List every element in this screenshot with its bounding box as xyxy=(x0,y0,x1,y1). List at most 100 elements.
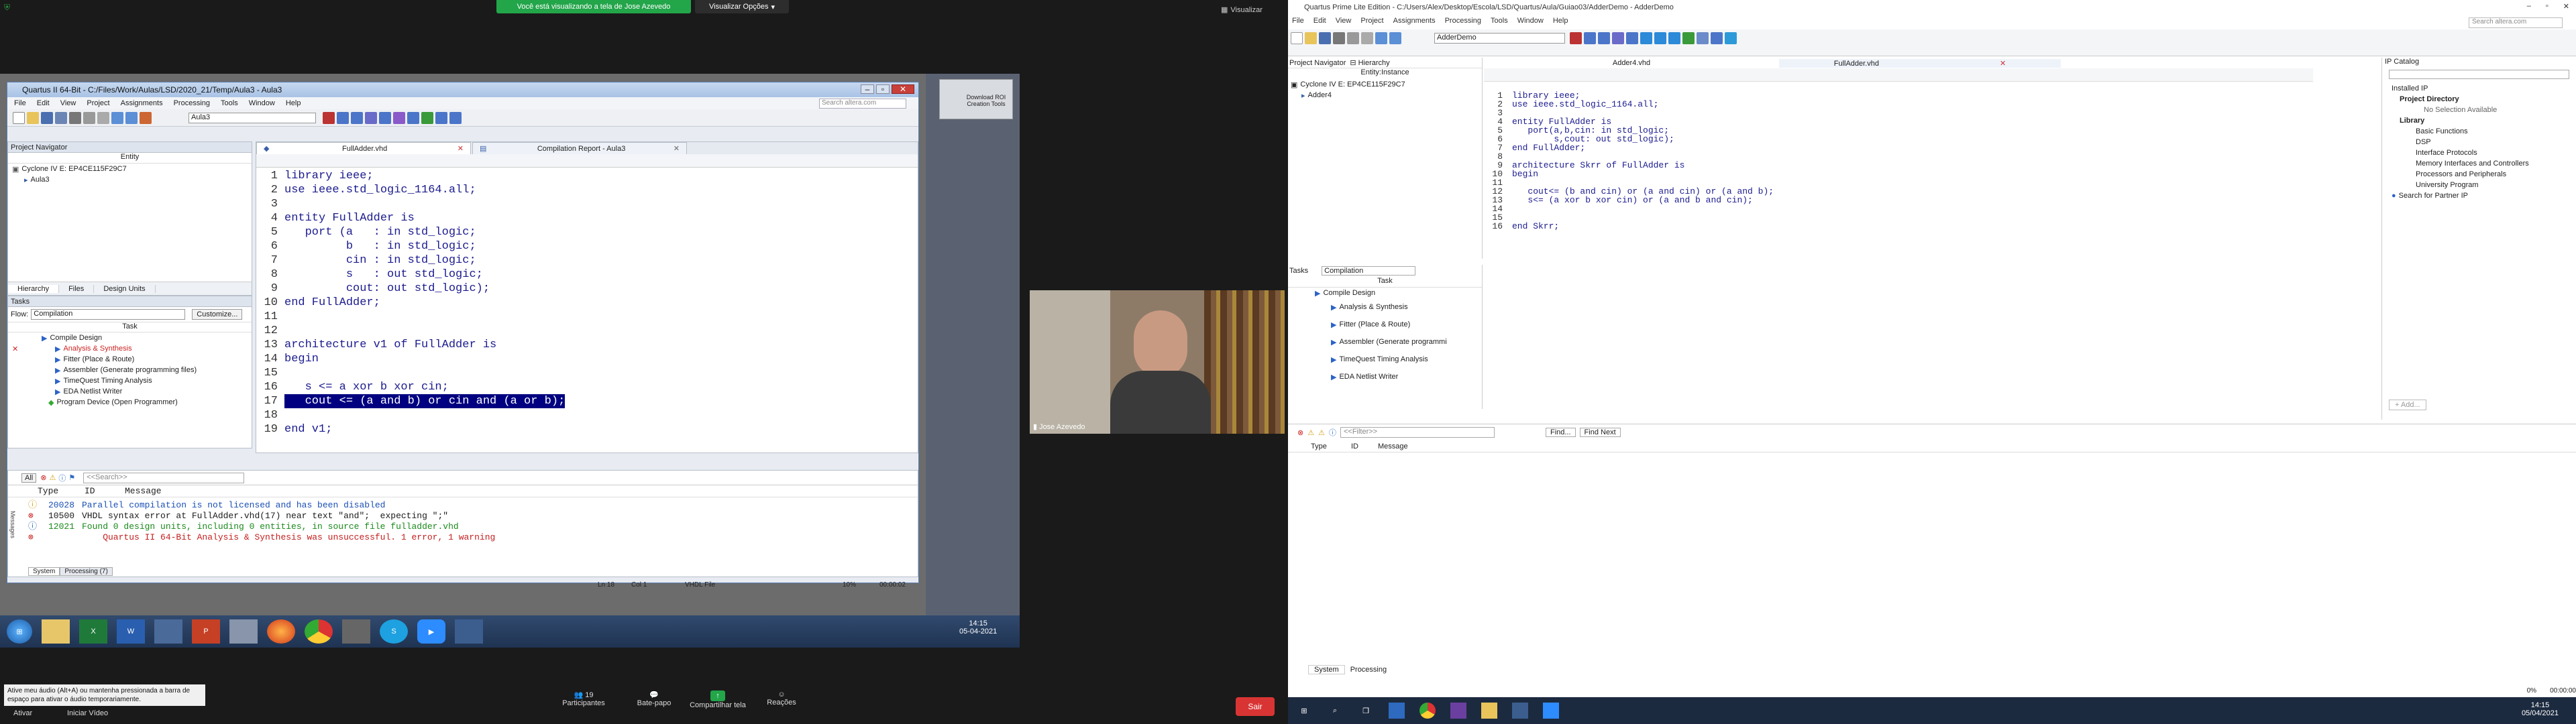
revision-select[interactable]: AdderDemo xyxy=(1434,33,1565,44)
message-row[interactable]: ⊗ 10500 VHDL syntax error at FullAdder.vhd… xyxy=(28,511,495,522)
settings-icon[interactable] xyxy=(351,112,363,124)
save-icon[interactable] xyxy=(41,112,53,124)
zoom-icon[interactable] xyxy=(1543,703,1559,719)
flow-select[interactable]: Compilation xyxy=(1322,266,1416,276)
ip-item[interactable]: Interface Protocols xyxy=(2382,147,2576,158)
excel-icon[interactable]: X xyxy=(79,619,107,644)
menu-assignments[interactable]: Assignments xyxy=(1393,17,1436,25)
library-node[interactable]: Library xyxy=(2382,115,2576,126)
powerpoint-icon[interactable]: P xyxy=(192,619,220,644)
copy-icon[interactable] xyxy=(83,112,95,124)
quartus-icon[interactable] xyxy=(455,619,483,644)
tab-design-units[interactable]: Design Units xyxy=(94,284,156,293)
skype-icon[interactable]: S xyxy=(380,619,408,644)
new-file-icon[interactable] xyxy=(13,112,25,124)
undo-icon[interactable] xyxy=(1375,32,1387,44)
code-line[interactable] xyxy=(284,197,565,211)
share-screen-button[interactable]: ↑ Compartilhar tela xyxy=(684,690,751,709)
code-area[interactable]: 1 2 3 4 5 6 7 8 9 10 11 12 13 14 15 16 17 18 19 library ie… xyxy=(256,169,918,437)
menu-help[interactable]: Help xyxy=(1553,17,1568,25)
code-line[interactable]: end FullAdder; xyxy=(284,296,565,310)
search-input[interactable]: Search altera.com xyxy=(2469,17,2563,28)
message-row[interactable]: ⓘ 20028 Parallel compilation is not licens… xyxy=(28,500,495,511)
reactions-button[interactable]: ☺ Reações xyxy=(755,690,808,707)
tab-processing[interactable]: Processing xyxy=(1345,666,1392,674)
code-line[interactable]: cin : in std_logic; xyxy=(284,253,565,267)
unmute-button[interactable]: Ativar xyxy=(13,709,32,717)
tab-fulladder-vhd[interactable]: FullAdder.vhd ✕ xyxy=(1779,58,2061,68)
task-timequest[interactable]: ▶ TimeQuest Timing Analysis xyxy=(8,375,252,386)
code-text[interactable]: library ieee; use ieee.std_logic_1164.all… xyxy=(1512,91,1774,231)
entity-node[interactable]: ▸ Aula3 xyxy=(8,174,252,185)
redo-icon[interactable] xyxy=(1389,32,1401,44)
pin-planner-icon[interactable] xyxy=(337,112,349,124)
code-line[interactable]: end v1; xyxy=(284,422,565,436)
analysis-synthesis-icon[interactable] xyxy=(1654,32,1666,44)
menu-edit[interactable]: Edit xyxy=(1313,17,1326,25)
top-entity-select[interactable]: Aula3 xyxy=(189,113,316,123)
tab-hierarchy[interactable]: Hierarchy xyxy=(8,284,60,293)
menu-project[interactable]: Project xyxy=(87,99,109,107)
timing-icon[interactable] xyxy=(1668,32,1680,44)
task-compile-design[interactable]: ▶ Compile Design xyxy=(1288,288,1482,298)
task-fitter[interactable]: ▶ Fitter (Place & Route) xyxy=(8,354,252,365)
add-ip-button[interactable]: + Add... xyxy=(2389,400,2426,410)
code-line[interactable]: b : in std_logic; xyxy=(284,239,565,253)
filter-input[interactable]: <<Filter>> xyxy=(1340,427,1495,438)
menu-window[interactable]: Window xyxy=(249,99,275,107)
task-eda-netlist[interactable]: ▶ EDA Netlist Writer xyxy=(8,386,252,397)
zoom-icon[interactable]: ▶ xyxy=(417,619,445,644)
chrome-icon[interactable] xyxy=(305,619,333,644)
analysis-icon[interactable] xyxy=(1612,32,1624,44)
leave-button[interactable]: Sair xyxy=(1236,697,1275,716)
menu-view[interactable]: View xyxy=(1336,17,1352,25)
chat-button[interactable]: 💬 Bate-papo xyxy=(627,690,681,707)
tab-system[interactable]: System xyxy=(1308,665,1345,674)
find-button[interactable]: Find... xyxy=(1545,428,1576,437)
menu-edit[interactable]: Edit xyxy=(37,99,50,107)
task-view-icon[interactable]: ❐ xyxy=(1358,703,1374,719)
chrome-icon[interactable] xyxy=(1419,703,1436,719)
ip-item[interactable]: Memory Interfaces and Controllers xyxy=(2382,158,2576,169)
new-file-icon[interactable] xyxy=(1291,32,1303,44)
search-messages-input[interactable]: <<Search>> xyxy=(83,472,245,483)
paste-icon[interactable] xyxy=(1361,32,1373,44)
save-all-icon[interactable] xyxy=(55,112,67,124)
code-line[interactable]: architecture v1 of FullAdder is xyxy=(284,338,565,352)
firefox-icon[interactable] xyxy=(267,619,295,644)
installed-ip-node[interactable]: Installed IP xyxy=(2382,83,2576,94)
compile-icon[interactable] xyxy=(379,112,391,124)
info-filter-icon[interactable]: ⓘ xyxy=(58,473,66,483)
start-icon[interactable]: ⊞ xyxy=(7,619,32,644)
error-filter-icon[interactable]: ⊗ xyxy=(40,473,46,482)
cut-icon[interactable] xyxy=(69,112,81,124)
help-icon[interactable] xyxy=(1725,32,1737,44)
maximize-icon[interactable]: ▫ xyxy=(2546,2,2548,11)
code-line[interactable]: s<= (a xor b xor cin) or (a and b and ci… xyxy=(1512,196,1774,204)
close-tab-icon[interactable]: ✕ xyxy=(2000,60,2006,68)
code-line[interactable]: use ieee.std_logic_1164.all; xyxy=(284,183,565,197)
undo-icon[interactable] xyxy=(111,112,123,124)
close-tab-icon[interactable]: ✕ xyxy=(674,144,680,153)
warning-filter-icon[interactable]: ⚠ xyxy=(1307,428,1314,437)
message-row[interactable]: ⓘ 12021 Found 0 design units, including 0 … xyxy=(28,522,495,532)
code-line[interactable] xyxy=(284,310,565,324)
code-line[interactable]: library ieee; xyxy=(284,169,565,183)
warning-filter-icon[interactable]: ⚠ xyxy=(49,473,56,482)
app-icon[interactable] xyxy=(342,619,370,644)
menu-processing[interactable]: Processing xyxy=(174,99,210,107)
view-button[interactable]: ▦ Visualizar xyxy=(1221,5,1263,15)
code-line[interactable]: begin xyxy=(1512,170,1774,178)
programmer-icon[interactable] xyxy=(421,112,433,124)
tab-fulladder-vhd[interactable]: ◆ FullAdder.vhd ✕ xyxy=(256,142,471,154)
code-line[interactable] xyxy=(1512,204,1774,213)
app-icon[interactable] xyxy=(154,619,182,644)
explorer-icon[interactable] xyxy=(1481,703,1497,719)
minimize-icon[interactable]: – xyxy=(861,84,874,94)
search-partner-ip-link[interactable]: ● Search for Partner IP xyxy=(2382,190,2576,201)
chip-planner-icon[interactable] xyxy=(1711,32,1723,44)
find-next-button[interactable]: Find Next xyxy=(1579,428,1621,437)
nav-mode-select[interactable]: Hierarchy xyxy=(1358,59,1390,67)
code-line[interactable]: port (a : in std_logic; xyxy=(284,225,565,239)
close-icon[interactable]: ✕ xyxy=(2563,2,2569,11)
